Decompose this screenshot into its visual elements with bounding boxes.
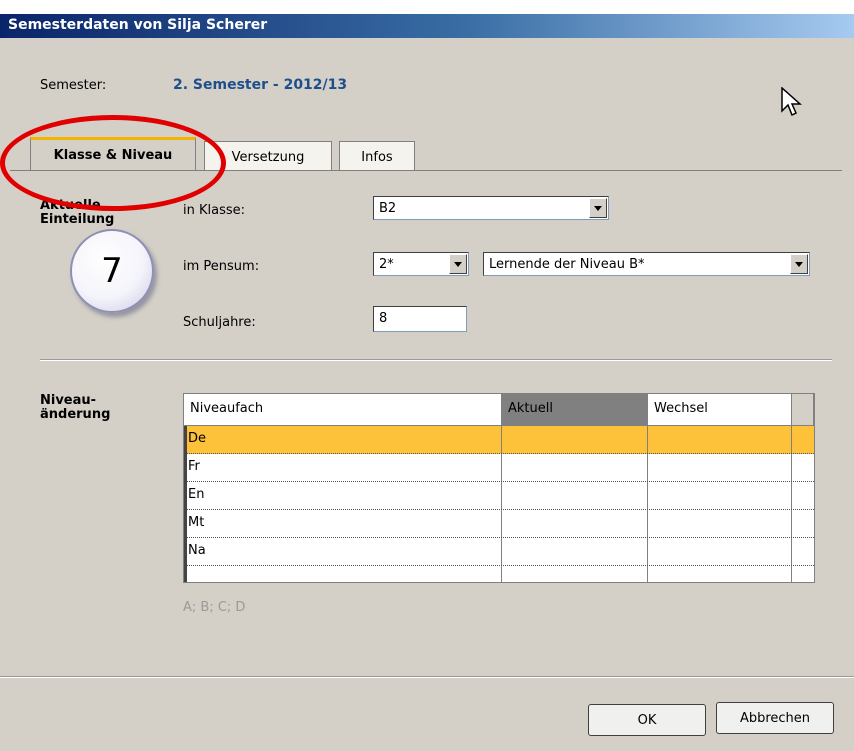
footer-divider: [0, 676, 854, 678]
cell-empty: [648, 566, 792, 582]
tab-infos[interactable]: Infos: [339, 141, 415, 171]
column-header-niveaufach[interactable]: Niveaufach: [184, 394, 502, 426]
cell-aktuell[interactable]: [502, 454, 648, 481]
pensum-label: im Pensum:: [183, 259, 260, 274]
ok-button[interactable]: OK: [588, 704, 706, 736]
schuljahre-input[interactable]: 8: [373, 306, 467, 332]
semester-label: Semester:: [40, 78, 107, 93]
table-row[interactable]: Na: [184, 538, 814, 566]
section2-title-line1: Niveau-: [40, 393, 97, 408]
cell-empty: [184, 566, 502, 582]
mouse-cursor-icon: [781, 87, 802, 117]
table-row[interactable]: De: [184, 426, 814, 454]
chevron-down-icon[interactable]: [790, 254, 808, 274]
klasse-label: in Klasse:: [183, 203, 246, 218]
section1-title-line2: Einteilung: [40, 212, 115, 227]
window-title: Semesterdaten von Silja Scherer: [8, 17, 268, 33]
semester-value: 2. Semester - 2012/13: [173, 77, 348, 93]
schuljahre-input-value: 8: [379, 311, 388, 326]
cell-niveaufach[interactable]: En: [184, 482, 502, 509]
klasse-select-value: B2: [379, 201, 397, 216]
grid-row-indicator: [184, 426, 187, 582]
chevron-down-icon[interactable]: [449, 254, 467, 274]
table-row[interactable]: Mt: [184, 510, 814, 538]
table-row[interactable]: En: [184, 482, 814, 510]
cell-niveaufach[interactable]: Na: [184, 538, 502, 565]
cell-niveaufach[interactable]: Fr: [184, 454, 502, 481]
step-number-badge: 7: [70, 229, 154, 313]
highlight-ellipse: [0, 115, 226, 211]
cell-aktuell[interactable]: [502, 426, 648, 453]
cell-aktuell[interactable]: [502, 538, 648, 565]
section-niveauaenderung-title: Niveau- änderung: [40, 394, 110, 422]
table-row-empty: [184, 566, 814, 582]
cell-wechsel[interactable]: [648, 482, 792, 509]
pensum-select[interactable]: 2*: [373, 252, 469, 276]
column-header-filler: [792, 394, 814, 426]
section-divider: [40, 359, 832, 361]
section2-title-line2: änderung: [40, 407, 111, 422]
cell-wechsel[interactable]: [648, 426, 792, 453]
cell-empty: [502, 566, 648, 582]
klasse-select[interactable]: B2: [373, 196, 609, 220]
cell-niveaufach[interactable]: Mt: [184, 510, 502, 537]
pensum-description-select[interactable]: Lernende der Niveau B*: [483, 252, 810, 276]
cancel-button[interactable]: Abbrechen: [716, 702, 834, 734]
cell-wechsel[interactable]: [648, 510, 792, 537]
cell-aktuell[interactable]: [502, 510, 648, 537]
schuljahre-label: Schuljahre:: [183, 315, 256, 330]
niveau-hint: A; B; C; D: [183, 600, 246, 615]
niveau-grid: Niveaufach Aktuell Wechsel De Fr En Mt N…: [183, 393, 815, 583]
cell-wechsel[interactable]: [648, 538, 792, 565]
pensum-description-value: Lernende der Niveau B*: [489, 257, 645, 272]
cell-niveaufach[interactable]: De: [184, 426, 502, 453]
chevron-down-icon[interactable]: [589, 198, 607, 218]
table-row[interactable]: Fr: [184, 454, 814, 482]
column-header-aktuell[interactable]: Aktuell: [502, 394, 648, 426]
column-header-wechsel[interactable]: Wechsel: [648, 394, 792, 426]
cell-aktuell[interactable]: [502, 482, 648, 509]
window-titlebar: Semesterdaten von Silja Scherer: [0, 0, 854, 38]
cell-wechsel[interactable]: [648, 454, 792, 481]
pensum-select-value: 2*: [379, 257, 394, 272]
